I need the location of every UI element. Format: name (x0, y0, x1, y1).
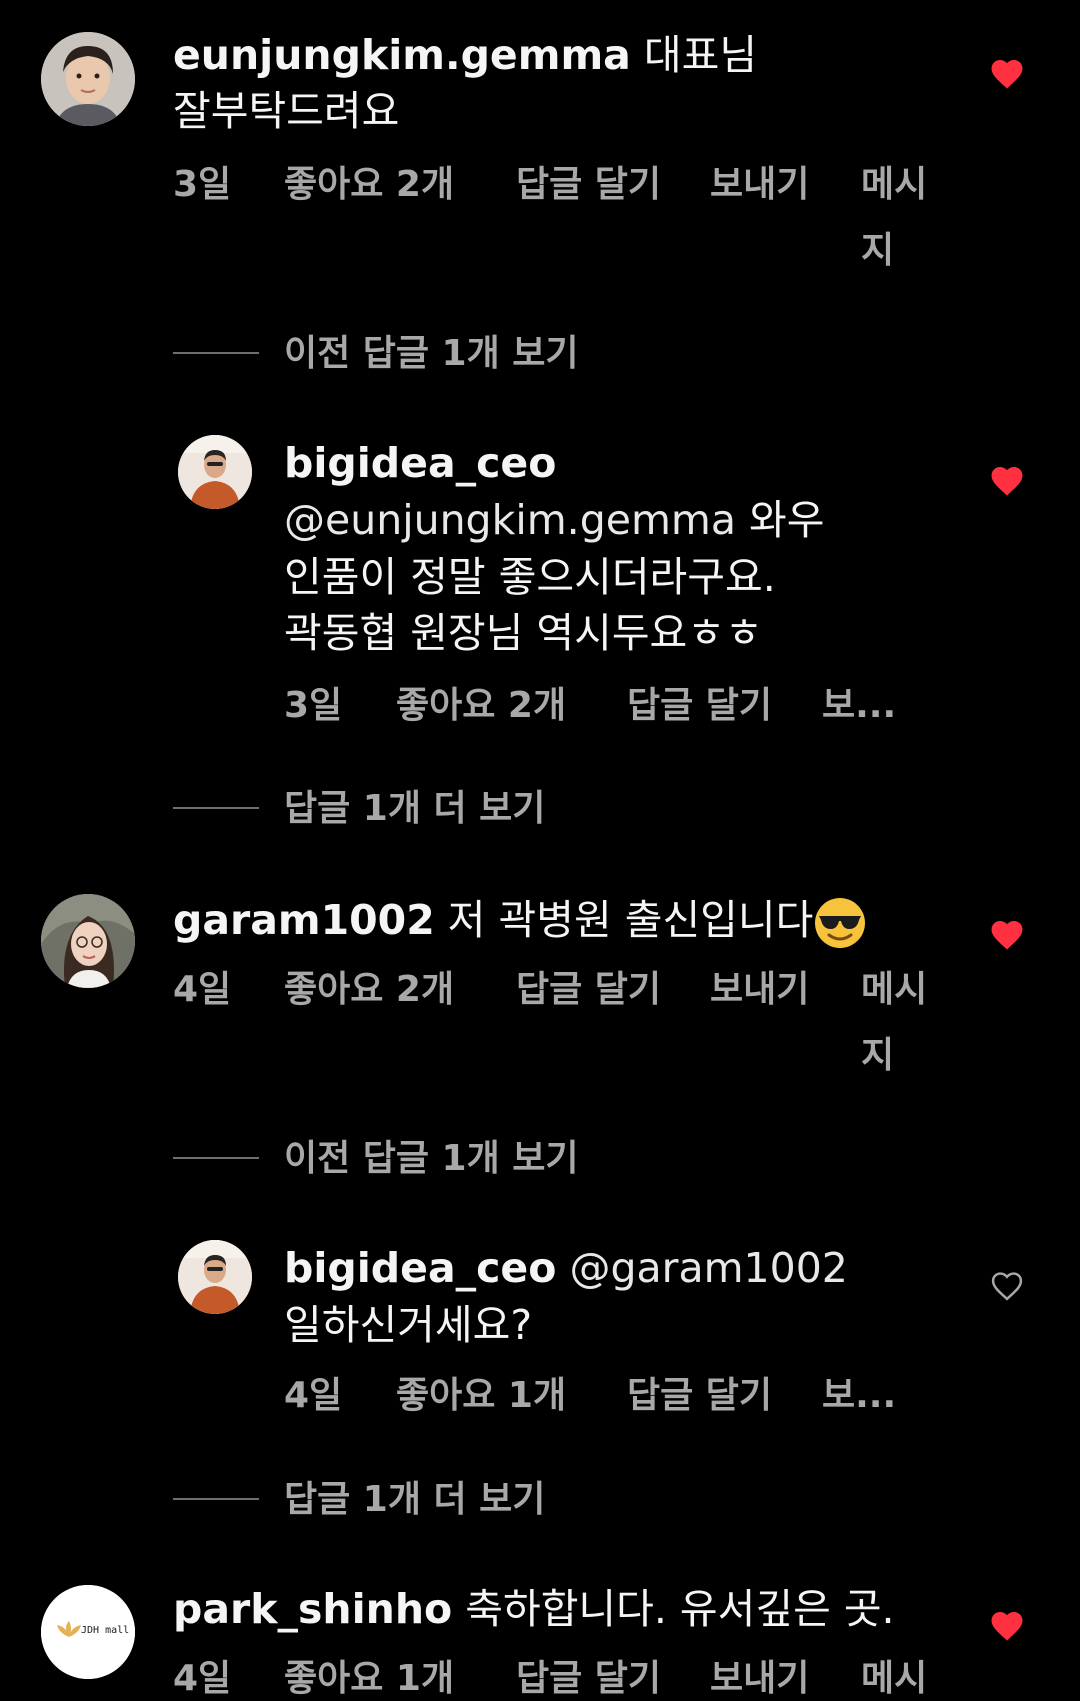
reply-username[interactable]: bigidea_ceo (284, 434, 556, 492)
view-more-replies[interactable]: 답글 1개 더 보기 (284, 787, 545, 831)
likes-count[interactable]: 좋아요 2개 (284, 163, 454, 207)
username[interactable]: park_shinho (173, 1585, 452, 1633)
avatar-bigidea-ceo[interactable] (178, 435, 252, 509)
timestamp: 3일 (173, 164, 232, 205)
send-button[interactable]: 보내기 (710, 163, 809, 207)
mention-link[interactable]: @eunjungkim.gemma (284, 496, 736, 544)
send-button[interactable]: 보... (822, 684, 896, 728)
comment-body: 축하합니다. 유서깊은 곳. (465, 1585, 895, 1633)
comment-body: 저 곽병원 출신입니다 (447, 896, 814, 944)
avatar-garam1002[interactable] (41, 894, 135, 988)
avatar-park-shinho[interactable]: JDH mall (41, 1585, 135, 1679)
reply-button[interactable]: 답글 달기 (516, 968, 661, 1012)
reply-button[interactable]: 답글 달기 (627, 684, 772, 728)
reply-text-line2: 인품이 정말 좋으시더라구요. (284, 553, 776, 601)
view-previous-replies[interactable]: 이전 답글 1개 보기 (284, 332, 579, 376)
divider-line (173, 807, 259, 809)
comment-body-line2: 잘부탁드려요 (173, 87, 400, 135)
heart-icon[interactable] (988, 463, 1026, 497)
avatar-bigidea-ceo[interactable] (178, 1240, 252, 1314)
heart-outline-icon[interactable] (988, 1268, 1026, 1302)
send-button[interactable]: 보내기 (710, 968, 809, 1012)
likes-count[interactable]: 좋아요 2개 (284, 968, 454, 1012)
avatar-eunjungkim[interactable] (41, 32, 135, 126)
message-button[interactable]: 메시 (861, 1657, 927, 1701)
heart-icon[interactable] (988, 917, 1026, 951)
reply-button[interactable]: 답글 달기 (627, 1374, 772, 1418)
divider-line (173, 1498, 259, 1500)
comment-body: 대표님 (643, 31, 758, 79)
timestamp: 4일 (173, 969, 232, 1010)
comment-text: eunjungkim.gemma 대표님 (173, 26, 757, 84)
view-previous-replies[interactable]: 이전 답글 1개 보기 (284, 1137, 579, 1181)
divider-line (173, 1157, 259, 1159)
send-button[interactable]: 보내기 (710, 1657, 809, 1701)
username[interactable]: eunjungkim.gemma (173, 31, 631, 79)
timestamp: 3일 (284, 685, 343, 726)
likes-count[interactable]: 좋아요 2개 (396, 684, 566, 728)
reply-button[interactable]: 답글 달기 (516, 1657, 661, 1701)
comment-text: park_shinho 축하합니다. 유서깊은 곳. (173, 1580, 895, 1638)
heart-icon[interactable] (988, 1608, 1026, 1642)
view-more-replies[interactable]: 답글 1개 더 보기 (284, 1478, 545, 1522)
timestamp: 4일 (173, 1658, 232, 1699)
comment-text: garam1002 저 곽병원 출신입니다 (173, 891, 867, 950)
reply-button[interactable]: 답글 달기 (516, 163, 661, 207)
send-button[interactable]: 보... (822, 1374, 896, 1418)
message-button[interactable]: 메시 지 (861, 968, 927, 1078)
sunglasses-emoji-icon (815, 898, 866, 948)
username[interactable]: garam1002 (173, 896, 435, 944)
reply-text-line3: 곽동협 원장님 역시두요ㅎㅎ (284, 609, 763, 657)
reply-text-line2: 일하신거세요? (284, 1301, 533, 1349)
likes-count[interactable]: 좋아요 1개 (284, 1657, 454, 1701)
divider-line (173, 352, 259, 354)
likes-count[interactable]: 좋아요 1개 (396, 1374, 566, 1418)
reply-text-line1: @eunjungkim.gemma 와우 (284, 496, 825, 544)
avatar-logo-text: JDH mall (81, 1625, 130, 1636)
reply-text-line1: bigidea_ceo @garam1002 (284, 1239, 848, 1297)
timestamp: 4일 (284, 1375, 343, 1416)
reply-username[interactable]: bigidea_ceo (284, 1244, 556, 1292)
heart-icon[interactable] (988, 56, 1026, 90)
message-button[interactable]: 메시 지 (861, 163, 927, 273)
mention-link[interactable]: @garam1002 (569, 1244, 847, 1292)
